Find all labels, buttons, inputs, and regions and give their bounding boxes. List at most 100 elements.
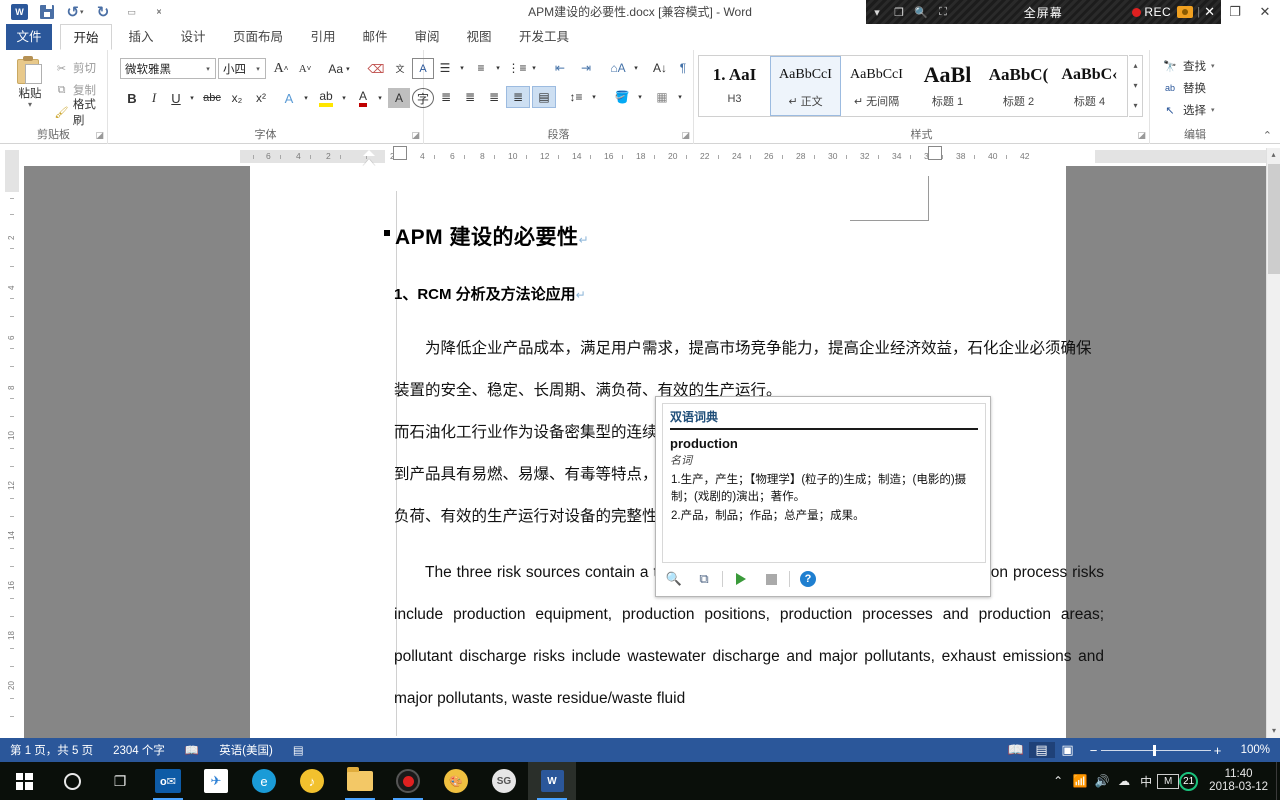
customize-qat-icon[interactable]: ⩙ bbox=[146, 1, 172, 23]
multilevel-list-icon[interactable]: ⋮≡ bbox=[506, 58, 528, 78]
change-case-icon[interactable]: Aa ▾ bbox=[322, 58, 356, 79]
highlight-caret-icon[interactable]: ▾ bbox=[338, 88, 350, 108]
show-desktop-button[interactable] bbox=[1276, 762, 1280, 800]
style-heading1[interactable]: AaBl 标题 1 bbox=[912, 56, 983, 116]
vertical-scrollbar[interactable]: ▴ ▾ bbox=[1266, 148, 1280, 738]
play-icon[interactable] bbox=[729, 568, 753, 590]
find-caret-icon[interactable]: ▾ bbox=[1211, 62, 1215, 70]
clock[interactable]: 11:40 2018-03-12 bbox=[1201, 768, 1276, 794]
zoom-level[interactable]: 100% bbox=[1231, 744, 1280, 756]
styles-scroll[interactable]: ▴ ▾ ▾ bbox=[1129, 55, 1143, 117]
read-mode-view-button[interactable]: 📖 bbox=[1003, 742, 1029, 758]
save-icon[interactable] bbox=[34, 1, 60, 23]
zoom-out-button[interactable]: − bbox=[1087, 743, 1101, 758]
page-indicator[interactable]: 第 1 页，共 5 页 bbox=[0, 742, 103, 758]
tab-page-layout[interactable]: 页面布局 bbox=[222, 24, 294, 50]
recorder-close-icon[interactable]: ✕ bbox=[1204, 4, 1215, 20]
vertical-ruler[interactable]: 2 4 6 8 10 12 14 16 18 20 bbox=[0, 148, 24, 738]
tab-view[interactable]: 视图 bbox=[456, 24, 502, 50]
taskbar-app-paint[interactable]: 🎨 bbox=[432, 762, 480, 800]
print-layout-view-button[interactable]: ▤ bbox=[1028, 742, 1055, 758]
style-heading2[interactable]: AaBbC( 标题 2 bbox=[983, 56, 1054, 116]
task-view-icon[interactable]: ❐ bbox=[96, 762, 144, 800]
align-center-icon[interactable]: ≣ bbox=[458, 86, 482, 108]
left-indent-marker[interactable] bbox=[363, 159, 375, 166]
web-layout-view-button[interactable]: ▣ bbox=[1055, 742, 1081, 758]
bullets-caret-icon[interactable]: ▾ bbox=[456, 58, 468, 78]
underline-caret-icon[interactable]: ▾ bbox=[186, 88, 198, 108]
right-margin-handle[interactable] bbox=[928, 146, 942, 160]
tab-design[interactable]: 设计 bbox=[170, 24, 216, 50]
window-capture-icon[interactable]: ❐ bbox=[888, 6, 910, 19]
tab-developer[interactable]: 开发工具 bbox=[508, 24, 580, 50]
style-heading4[interactable]: AaBbC‹ 标题 4 bbox=[1054, 56, 1125, 116]
horizontal-ruler[interactable]: 6 4 2 2 4 6 8 10 12 14 16 18 20 22 24 26… bbox=[240, 146, 1280, 166]
font-size-combo[interactable]: 小四 ▾ bbox=[218, 58, 266, 79]
top-margin-handle[interactable] bbox=[393, 146, 407, 160]
taskbar-app-outlook[interactable]: o✉ bbox=[144, 762, 192, 800]
taskbar-app-foxmail[interactable]: ✈ bbox=[192, 762, 240, 800]
macro-icon[interactable]: ▤ bbox=[283, 743, 314, 757]
first-line-indent-marker[interactable] bbox=[363, 150, 375, 156]
paste-caret-icon[interactable]: ▾ bbox=[8, 101, 52, 109]
strikethrough-icon[interactable]: abc bbox=[200, 88, 224, 108]
zoom-track[interactable] bbox=[1100, 744, 1211, 756]
taskbar-app-music[interactable]: ♪ bbox=[288, 762, 336, 800]
ime-mode-icon[interactable]: M bbox=[1157, 773, 1180, 789]
heading-2[interactable]: 1、RCM 分析及方法论应用↵ bbox=[394, 283, 586, 304]
paste-button[interactable]: 粘贴 ▾ bbox=[8, 56, 52, 109]
show-marks-icon[interactable]: ¶ bbox=[674, 58, 692, 78]
superscript-icon[interactable]: x² bbox=[250, 88, 272, 108]
style-body[interactable]: AaBbCcI ↵ 正文 bbox=[770, 56, 841, 116]
copy-icon[interactable]: ⧉ bbox=[692, 568, 716, 590]
region-capture-icon[interactable]: ⛶ bbox=[932, 6, 954, 19]
cut-button[interactable]: ✂ 剪切 bbox=[54, 58, 96, 78]
shading-icon[interactable]: 🪣 bbox=[610, 86, 634, 108]
scroll-down-icon[interactable]: ▾ bbox=[1267, 724, 1280, 738]
font-size-caret-icon[interactable]: ▾ bbox=[251, 65, 265, 73]
lookup-icon[interactable]: 🔍 bbox=[662, 568, 686, 590]
tab-mailings[interactable]: 邮件 bbox=[352, 24, 398, 50]
styles-scroll-down-icon[interactable]: ▾ bbox=[1129, 76, 1142, 96]
highlight-icon[interactable]: ab bbox=[314, 88, 338, 108]
phonetic-guide-icon[interactable]: 文 bbox=[388, 58, 412, 79]
line-spacing-icon[interactable]: ↕≡ bbox=[564, 86, 588, 108]
char-shading-icon[interactable]: A bbox=[388, 88, 410, 108]
align-left-icon[interactable]: ≣ bbox=[434, 86, 458, 108]
distribute-icon[interactable]: ▤ bbox=[532, 86, 556, 108]
word-count[interactable]: 2304 个字 bbox=[103, 742, 175, 758]
decrease-indent-icon[interactable]: ⇤ bbox=[548, 58, 572, 78]
replace-button[interactable]: ab 替换 bbox=[1162, 80, 1206, 96]
styles-dialog-launcher[interactable]: ◪ bbox=[1137, 130, 1146, 141]
language-indicator[interactable]: 英语(美国) bbox=[209, 742, 283, 758]
format-painter-button[interactable]: 🖌 格式刷 bbox=[54, 99, 107, 127]
line-spacing-caret-icon[interactable]: ▾ bbox=[588, 86, 600, 108]
underline-icon[interactable]: U bbox=[166, 88, 186, 108]
restore-window-icon[interactable]: ❐ bbox=[1220, 4, 1250, 20]
asian-layout-icon[interactable]: ⌂A bbox=[606, 58, 630, 78]
bold-icon[interactable]: B bbox=[122, 88, 142, 108]
borders-icon[interactable]: ▦ bbox=[650, 86, 674, 108]
document-canvas[interactable]: APM 建设的必要性↵ 1、RCM 分析及方法论应用↵ 为降低企业产品成本，满足… bbox=[24, 166, 1280, 738]
taskbar-app-recorder[interactable] bbox=[384, 762, 432, 800]
collapse-ribbon-icon[interactable]: ⌃ bbox=[1263, 129, 1272, 142]
taskbar-app-word[interactable]: W bbox=[528, 762, 576, 800]
show-hidden-icons-icon[interactable]: ⌃ bbox=[1047, 774, 1069, 788]
zoom-in-button[interactable]: + bbox=[1211, 743, 1225, 758]
bilingual-dictionary-popup[interactable]: 双语词典 production 名词 1.生产，产生；【物理学】(粒子的)生成；… bbox=[655, 396, 991, 597]
font-color-icon[interactable]: A bbox=[352, 88, 374, 108]
taskbar-app-browser[interactable]: e bbox=[240, 762, 288, 800]
text-effects-caret-icon[interactable]: ▾ bbox=[300, 88, 312, 108]
tab-insert[interactable]: 插入 bbox=[118, 24, 164, 50]
align-right-icon[interactable]: ≣ bbox=[482, 86, 506, 108]
magnifier-icon[interactable]: 🔍 bbox=[910, 6, 932, 19]
shading-caret-icon[interactable]: ▾ bbox=[634, 86, 646, 108]
text-effects-icon[interactable]: A bbox=[278, 88, 300, 108]
styles-more-icon[interactable]: ▾ bbox=[1129, 96, 1142, 116]
font-dialog-launcher[interactable]: ◪ bbox=[411, 130, 420, 141]
tab-references[interactable]: 引用 bbox=[300, 24, 346, 50]
bullets-icon[interactable]: ☰ bbox=[434, 58, 456, 78]
style-no-spacing[interactable]: AaBbCcI ↵ 无间隔 bbox=[841, 56, 912, 116]
onedrive-icon[interactable]: ☁ bbox=[1113, 774, 1135, 788]
heading-1[interactable]: APM 建设的必要性↵ bbox=[395, 221, 589, 251]
